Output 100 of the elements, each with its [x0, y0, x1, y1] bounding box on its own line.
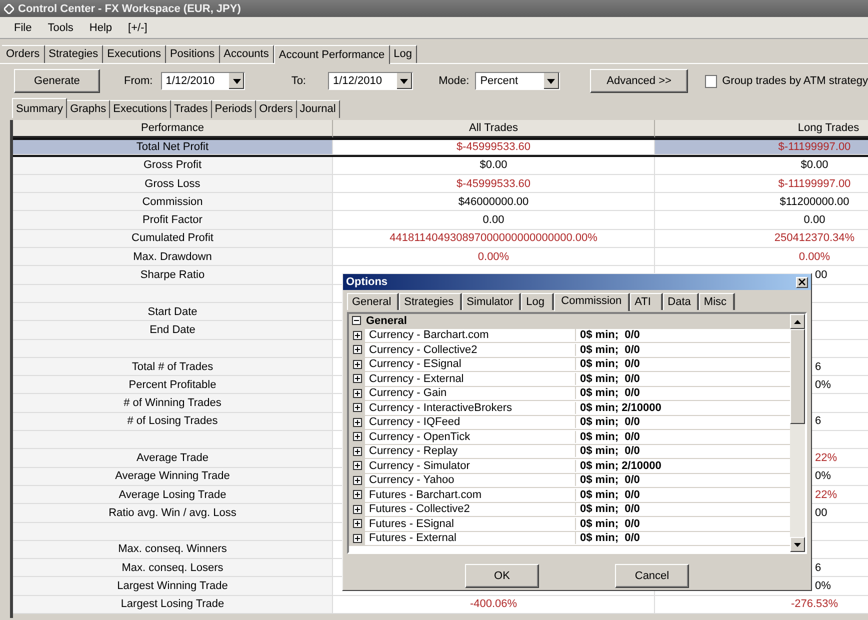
- table-cell: End Date: [13, 321, 333, 340]
- menu-item[interactable]: Tools: [40, 22, 82, 34]
- property-name[interactable]: Currency - Simulator: [365, 460, 576, 472]
- tab[interactable]: Positions: [166, 45, 220, 63]
- table-cell: 0.00: [333, 211, 655, 230]
- tab[interactable]: Executions: [103, 45, 166, 63]
- from-date-dropdown[interactable]: 1/12/2010: [160, 72, 246, 90]
- table-cell: Gross Loss: [13, 174, 333, 194]
- tab[interactable]: Orders: [256, 100, 297, 118]
- mode-dropdown[interactable]: Percent: [475, 72, 560, 90]
- tab[interactable]: Strategies: [399, 293, 462, 310]
- expand-icon[interactable]: [352, 534, 362, 543]
- property-value[interactable]: 0$ min; 0/0: [576, 474, 640, 486]
- expand-icon[interactable]: [352, 461, 362, 470]
- property-value[interactable]: 0$ min; 0/0: [576, 372, 640, 385]
- column-header[interactable]: Performance: [13, 120, 333, 138]
- tab[interactable]: Trades: [170, 100, 212, 118]
- menu-item[interactable]: File: [6, 22, 40, 34]
- tab[interactable]: Commission: [554, 293, 630, 311]
- dropdown-arrow-icon: [232, 78, 241, 84]
- table-cell: Total Net Profit: [13, 140, 333, 155]
- tab[interactable]: General: [347, 293, 400, 310]
- table-cell: Max. conseq. Winners: [13, 540, 333, 560]
- generate-button[interactable]: Generate: [14, 69, 100, 93]
- expand-icon[interactable]: [352, 504, 362, 514]
- table-cell: Profit Factor: [13, 211, 333, 230]
- expand-icon[interactable]: [352, 345, 362, 354]
- dialog-title: Options: [346, 276, 388, 288]
- property-name[interactable]: Currency - OpenTick: [365, 430, 576, 443]
- column-header[interactable]: Long Trades: [655, 120, 868, 138]
- property-name[interactable]: Currency - InteractiveBrokers: [365, 402, 576, 414]
- expand-icon[interactable]: [352, 360, 362, 369]
- property-value[interactable]: 0$ min; 0/0: [576, 430, 640, 443]
- property-value[interactable]: 0$ min; 0/0: [576, 329, 640, 342]
- close-button[interactable]: [796, 276, 808, 288]
- tab[interactable]: Summary: [12, 98, 68, 118]
- scrollbar-thumb[interactable]: [790, 329, 805, 424]
- property-name[interactable]: Futures - External: [365, 532, 576, 544]
- tab[interactable]: Executions: [110, 100, 171, 118]
- expand-icon[interactable]: [352, 374, 362, 384]
- property-name[interactable]: Currency - IQFeed: [365, 416, 576, 428]
- tab[interactable]: Orders: [2, 45, 45, 63]
- property-name[interactable]: Currency - Yahoo: [365, 474, 576, 486]
- table-cell: Max. Drawdown: [13, 248, 333, 266]
- expand-icon[interactable]: [352, 330, 362, 340]
- menu-item[interactable]: Help: [81, 22, 120, 34]
- to-date-dropdown[interactable]: 1/12/2010: [328, 72, 413, 90]
- table-cell: Largest Winning Trade: [13, 577, 333, 596]
- property-name[interactable]: Currency - Barchart.com: [365, 329, 576, 342]
- property-value[interactable]: 0$ min; 0/0: [576, 445, 640, 458]
- property-name[interactable]: Currency - ESignal: [365, 358, 576, 370]
- expand-icon[interactable]: [352, 403, 362, 412]
- tab[interactable]: Data: [662, 293, 699, 310]
- tab[interactable]: Misc: [698, 293, 735, 310]
- expand-icon[interactable]: [352, 490, 362, 500]
- property-name[interactable]: Futures - Barchart.com: [365, 488, 576, 501]
- property-value[interactable]: 0$ min; 2/10000: [576, 402, 662, 414]
- table-cell: Average Winning Trade: [13, 468, 333, 486]
- property-value[interactable]: 0$ min; 0/0: [576, 503, 640, 516]
- property-value[interactable]: 0$ min; 0/0: [576, 488, 640, 501]
- table-cell: Start Date: [13, 302, 333, 322]
- property-value[interactable]: 0$ min; 0/0: [576, 518, 640, 530]
- expand-icon[interactable]: [352, 432, 362, 442]
- tab[interactable]: Log: [390, 45, 417, 63]
- tab[interactable]: Account Performance: [274, 45, 390, 64]
- property-value[interactable]: 0$ min; 0/0: [576, 387, 640, 400]
- tab[interactable]: Graphs: [67, 100, 110, 118]
- property-name[interactable]: Futures - ESignal: [365, 518, 576, 530]
- column-header[interactable]: All Trades: [333, 120, 655, 138]
- cancel-button[interactable]: Cancel: [615, 564, 689, 588]
- property-value[interactable]: 0$ min; 0/0: [576, 358, 640, 370]
- tab[interactable]: Simulator: [462, 293, 522, 310]
- expand-icon[interactable]: [352, 388, 362, 398]
- property-name[interactable]: Futures - Collective2: [365, 503, 576, 516]
- property-name[interactable]: Currency - Replay: [365, 445, 576, 458]
- ok-button[interactable]: OK: [465, 564, 539, 588]
- property-value[interactable]: 0$ min; 2/10000: [576, 460, 662, 472]
- tab[interactable]: Periods: [212, 100, 256, 118]
- property-name[interactable]: Currency - Collective2: [365, 344, 576, 356]
- advanced-button[interactable]: Advanced >>: [590, 69, 688, 93]
- scroll-down-button[interactable]: [790, 537, 805, 552]
- table-cell: Total # of Trades: [13, 358, 333, 376]
- property-value[interactable]: 0$ min; 0/0: [576, 416, 640, 428]
- checkbox[interactable]: [705, 74, 718, 88]
- selected-row[interactable]: Total Net Profit $-45999533.60 $-11199997.00: [13, 138, 868, 157]
- expand-icon[interactable]: [352, 476, 362, 485]
- property-value[interactable]: 0$ min; 0/0: [576, 344, 640, 356]
- property-value[interactable]: 0$ min; 0/0: [576, 532, 640, 544]
- tab[interactable]: ATI: [630, 293, 663, 310]
- scroll-up-button[interactable]: [790, 314, 805, 329]
- property-name[interactable]: Currency - External: [365, 372, 576, 385]
- collapse-icon[interactable]: [352, 316, 361, 326]
- tab[interactable]: Strategies: [44, 45, 104, 63]
- expand-icon[interactable]: [352, 418, 362, 427]
- property-name[interactable]: Currency - Gain: [365, 387, 576, 400]
- scrollbar[interactable]: [790, 314, 805, 552]
- expand-icon[interactable]: [352, 519, 362, 528]
- menu-item[interactable]: [+/-]: [120, 22, 156, 34]
- tab[interactable]: Journal: [296, 100, 340, 118]
- expand-icon[interactable]: [352, 446, 362, 456]
